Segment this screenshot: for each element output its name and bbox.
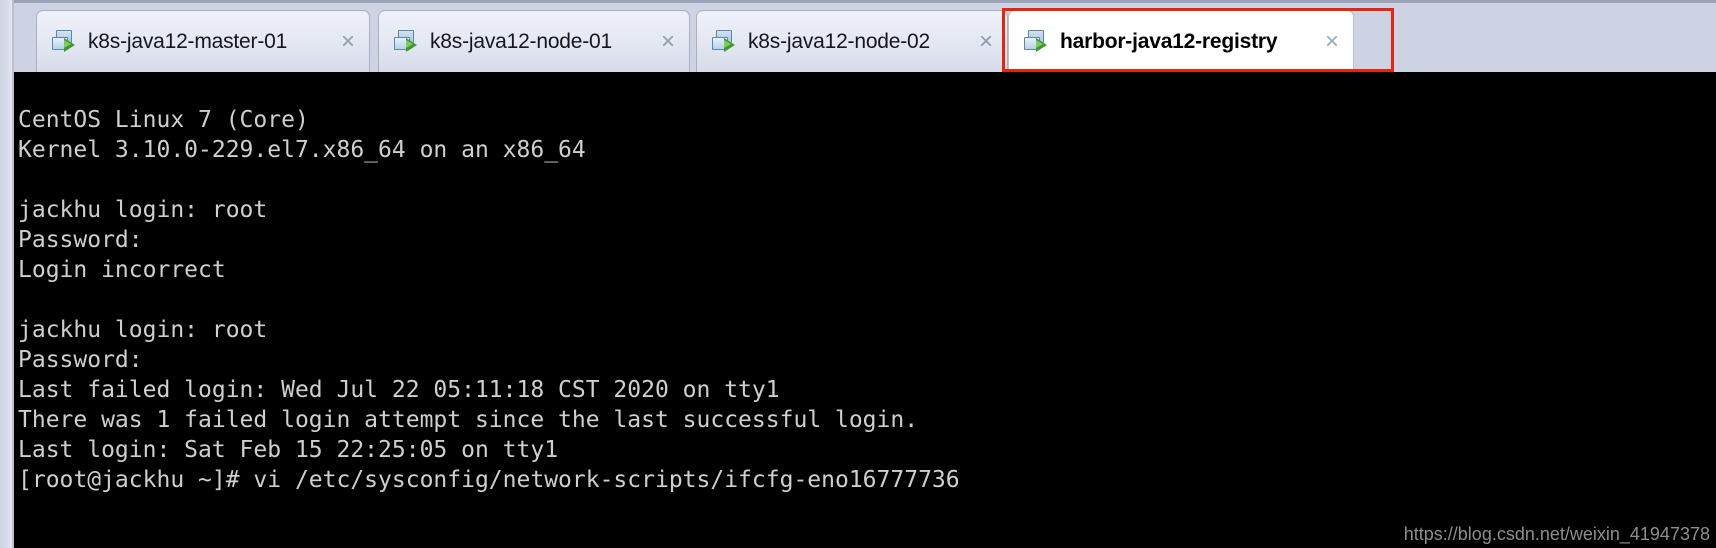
tab-close-icon[interactable]: × — [963, 29, 999, 54]
tab-label: harbor-java12-registry — [1060, 29, 1278, 53]
vm-running-icon — [393, 29, 419, 55]
vm-console-window: k8s-java12-master-01 × k8s-java12-node-0… — [0, 0, 1716, 548]
vm-running-icon — [711, 29, 737, 55]
tab-close-icon[interactable]: × — [325, 29, 361, 54]
tab-k8s-java12-master-01[interactable]: k8s-java12-master-01 × — [36, 10, 370, 72]
tab-harbor-java12-registry[interactable]: harbor-java12-registry × — [1008, 10, 1354, 72]
tab-bar-top-border — [14, 0, 1716, 3]
vm-running-icon — [1023, 29, 1049, 55]
watermark-url: https://blog.csdn.net/weixin_41947378 — [1403, 524, 1710, 544]
tab-label: k8s-java12-master-01 — [88, 29, 288, 53]
tab-close-icon[interactable]: × — [1309, 29, 1345, 54]
tab-label: k8s-java12-node-01 — [430, 29, 613, 53]
tab-k8s-java12-node-02[interactable]: k8s-java12-node-02 × — [696, 10, 1008, 72]
tab-label: k8s-java12-node-02 — [748, 29, 931, 53]
tab-bar: k8s-java12-master-01 × k8s-java12-node-0… — [14, 0, 1716, 72]
terminal-output: CentOS Linux 7 (Core) Kernel 3.10.0-229.… — [18, 107, 960, 493]
tab-close-icon[interactable]: × — [645, 29, 681, 54]
tab-k8s-java12-node-01[interactable]: k8s-java12-node-01 × — [378, 10, 690, 72]
terminal-console[interactable]: CentOS Linux 7 (Core) Kernel 3.10.0-229.… — [14, 72, 1716, 548]
vm-running-icon — [51, 29, 77, 55]
